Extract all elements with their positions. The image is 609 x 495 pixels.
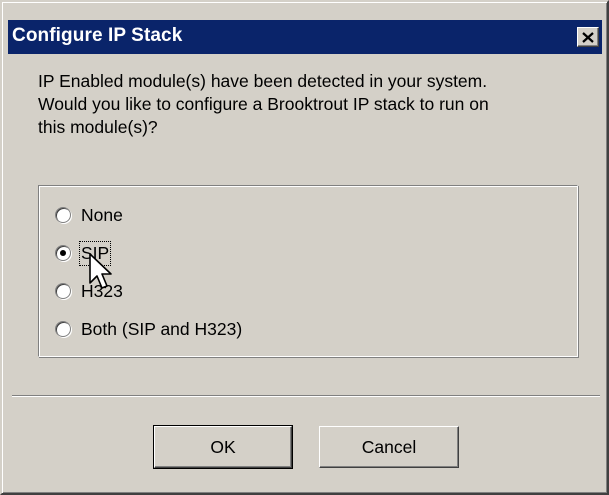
close-icon xyxy=(582,31,594,43)
radio-h323[interactable] xyxy=(55,283,71,299)
radio-both[interactable] xyxy=(55,321,71,337)
option-h323[interactable]: H323 xyxy=(55,279,123,303)
option-sip[interactable]: SIP xyxy=(55,240,112,266)
option-none[interactable]: None xyxy=(55,203,123,227)
close-button[interactable] xyxy=(577,27,599,47)
title-bar[interactable]: Configure IP Stack xyxy=(8,20,602,54)
separator-line xyxy=(12,395,600,397)
option-h323-label: H323 xyxy=(81,280,123,301)
ok-button[interactable]: OK xyxy=(153,425,293,469)
prompt-message: IP Enabled module(s) have been detected … xyxy=(38,71,489,137)
option-sip-label: SIP xyxy=(78,240,112,266)
option-both-label: Both (SIP and H323) xyxy=(81,318,243,339)
option-none-label: None xyxy=(81,204,123,225)
radio-sip[interactable] xyxy=(55,245,71,261)
radio-none[interactable] xyxy=(55,207,71,223)
cancel-button[interactable]: Cancel xyxy=(319,426,459,468)
dialog-title: Configure IP Stack xyxy=(12,25,183,46)
stack-options-group: None SIP H323 Both (SIP and H323) xyxy=(38,185,578,357)
configure-ip-stack-dialog: Configure IP Stack IP Enabled module(s) … xyxy=(0,0,609,495)
option-both[interactable]: Both (SIP and H323) xyxy=(55,317,242,341)
